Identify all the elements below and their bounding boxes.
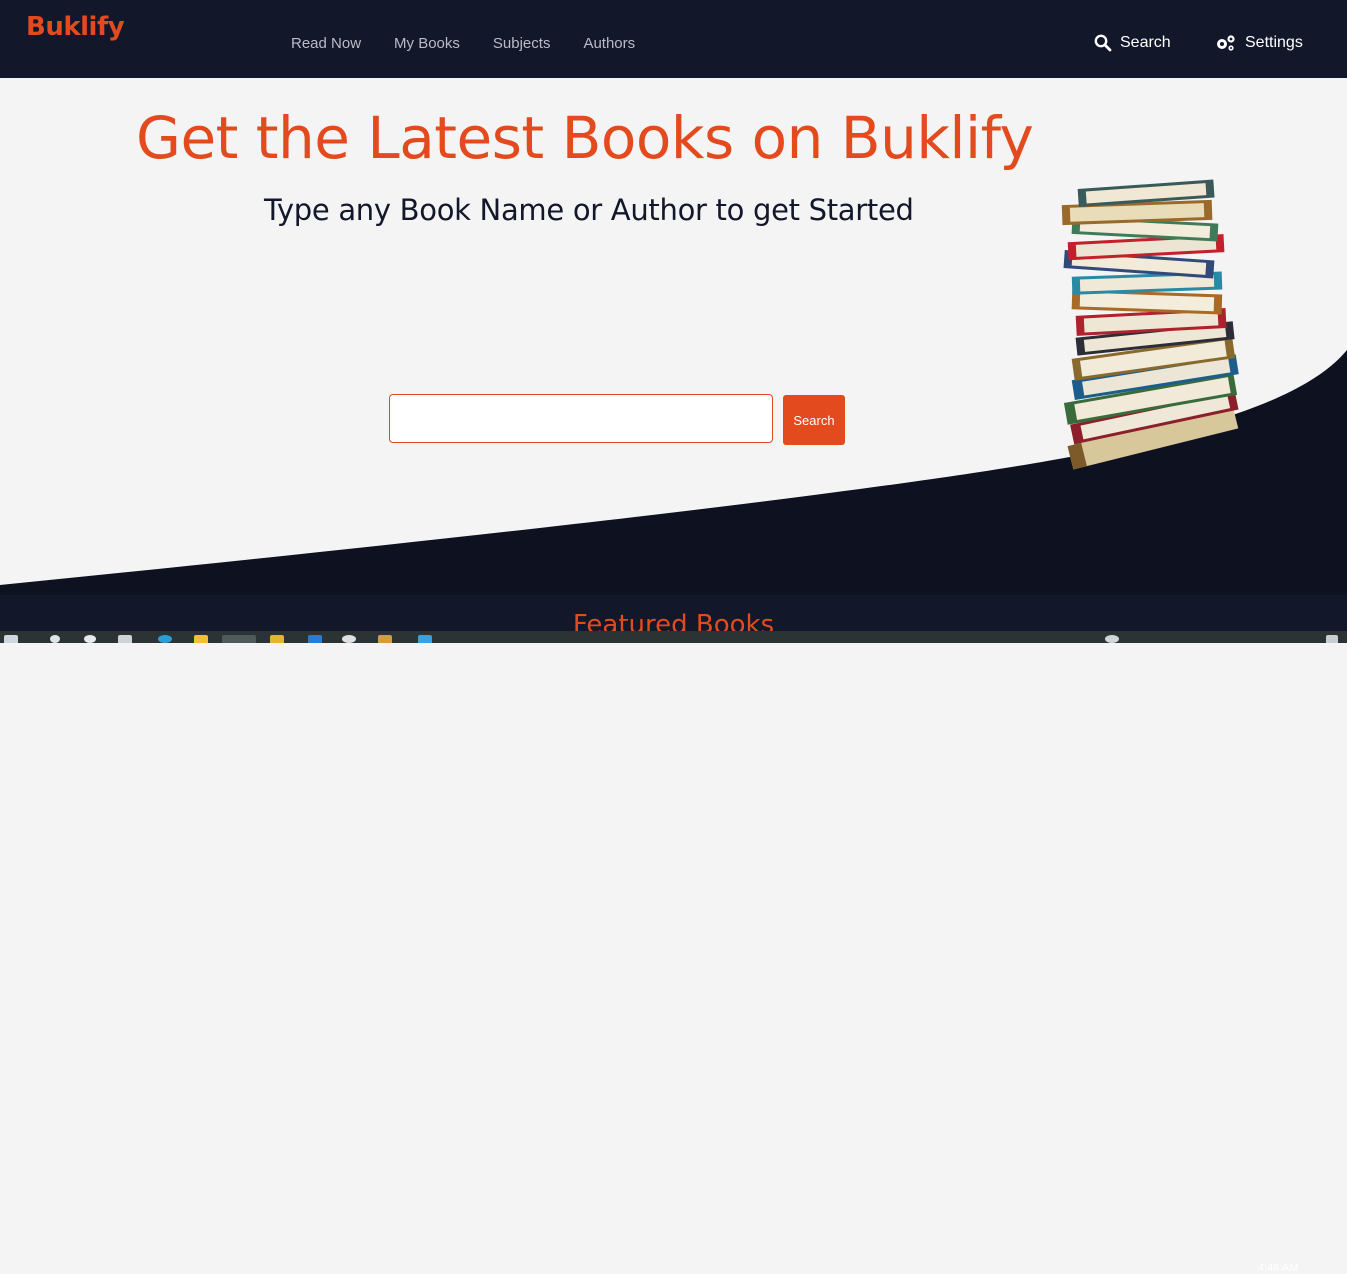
chrome-icon[interactable] xyxy=(222,635,256,643)
nav-link-authors[interactable]: Authors xyxy=(583,35,635,52)
book-search-input[interactable] xyxy=(389,394,773,443)
hero-title: Get the Latest Books on Buklify xyxy=(136,104,1034,172)
nav-search-label: Search xyxy=(1120,34,1171,51)
app-icon[interactable] xyxy=(418,635,432,643)
vscode-icon[interactable] xyxy=(308,635,322,643)
nav-link-my-books[interactable]: My Books xyxy=(394,35,460,52)
task-view-icon[interactable] xyxy=(118,635,132,643)
nav-links: Read Now My Books Subjects Authors xyxy=(291,35,668,52)
nav-settings-label: Settings xyxy=(1245,34,1303,51)
nav-search-button[interactable]: Search xyxy=(1094,34,1171,52)
top-navbar: Buklify Read Now My Books Subjects Autho… xyxy=(0,0,1347,78)
search-icon xyxy=(1094,34,1112,52)
nav-link-subjects[interactable]: Subjects xyxy=(493,35,551,52)
edge-icon[interactable] xyxy=(158,635,172,643)
search-icon[interactable] xyxy=(50,635,60,643)
hero-search-button[interactable]: Search xyxy=(783,395,845,445)
nav-link-read-now[interactable]: Read Now xyxy=(291,35,361,52)
app-icon[interactable] xyxy=(270,635,284,643)
hero-subtitle: Type any Book Name or Author to get Star… xyxy=(264,193,914,227)
gears-icon xyxy=(1217,35,1235,51)
cortana-icon[interactable] xyxy=(84,635,96,643)
file-explorer-icon[interactable] xyxy=(194,635,208,643)
nav-settings-button[interactable]: Settings xyxy=(1215,34,1303,52)
brand-logo[interactable]: Buklify xyxy=(26,12,125,42)
windows-start-icon[interactable] xyxy=(4,635,18,643)
os-taskbar: 4:48 AM xyxy=(0,631,1347,1274)
app-icon[interactable] xyxy=(378,635,392,643)
taskbar-clock[interactable]: 4:48 AM xyxy=(1258,1262,1298,1274)
book-stack-illustration xyxy=(1061,179,1239,470)
app-icon[interactable] xyxy=(342,635,356,643)
notification-icon[interactable] xyxy=(1326,635,1338,643)
tray-icon[interactable] xyxy=(1105,635,1119,643)
